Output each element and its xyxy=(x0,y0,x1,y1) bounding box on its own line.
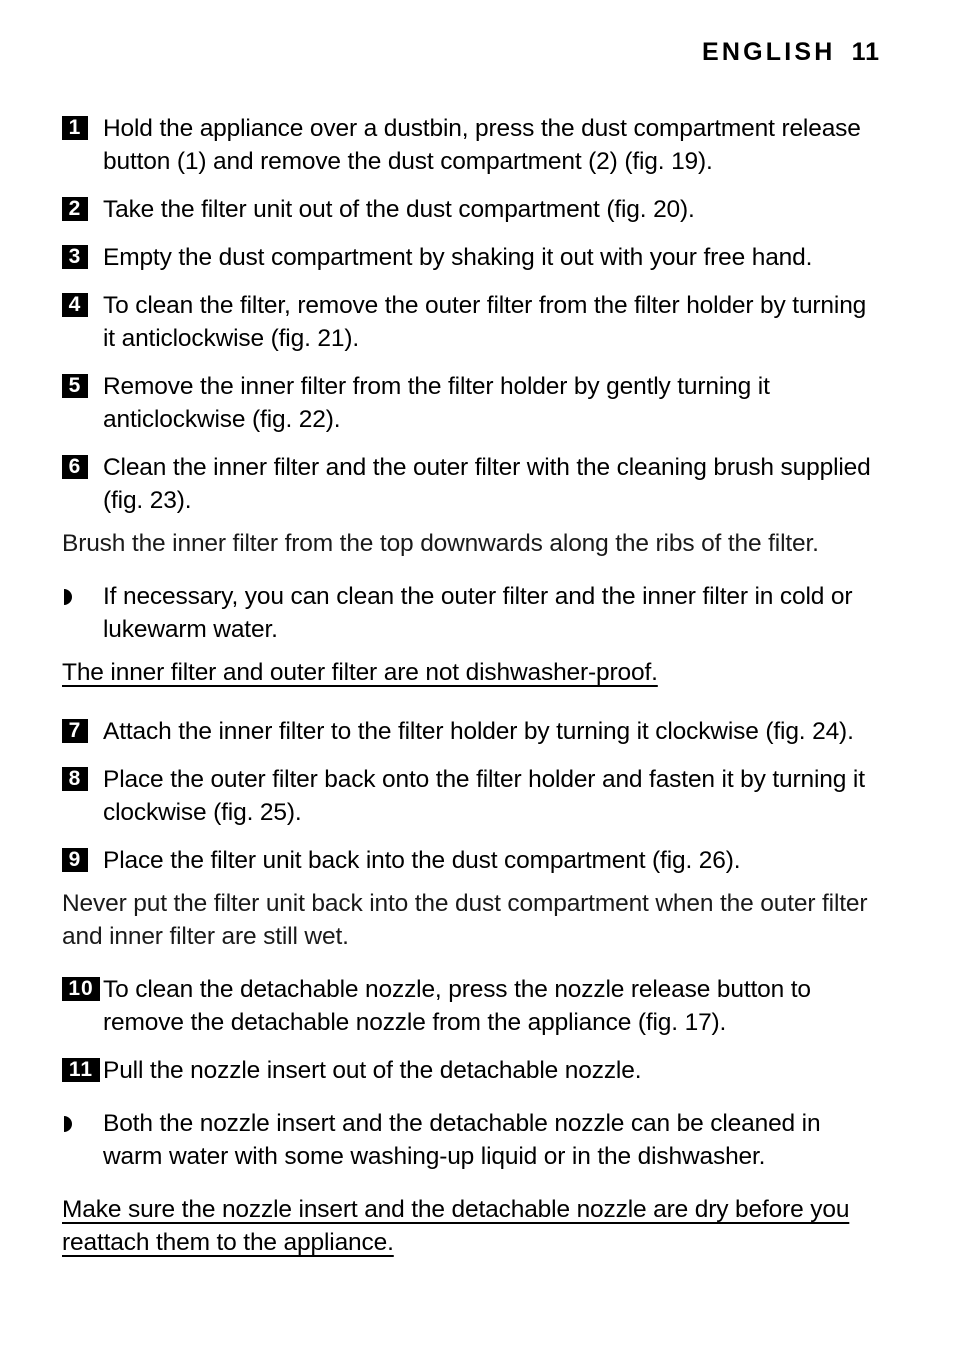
step-number-badge: 4 xyxy=(62,293,88,317)
header-page-number: 11 xyxy=(851,38,880,66)
step-number-badge: 1 xyxy=(62,116,88,140)
instruction-step: 4 To clean the filter, remove the outer … xyxy=(62,289,878,355)
bullet-text: Both the nozzle insert and the detachabl… xyxy=(103,1110,821,1170)
document-page: ENGLISH 11 1 Hold the appliance over a du… xyxy=(0,0,954,1346)
step-text: Pull the nozzle insert out of the detach… xyxy=(103,1057,642,1084)
page-content: 1 Hold the appliance over a dustbin, pre… xyxy=(62,112,878,1274)
underlined-note: The inner filter and outer filter are no… xyxy=(62,656,878,689)
bullet-item: If necessary, you can clean the outer fi… xyxy=(62,580,878,646)
step-text: To clean the detachable nozzle, press th… xyxy=(103,976,811,1036)
step-text: Empty the dust compartment by shaking it… xyxy=(103,244,813,271)
instruction-step: 9 Place the filter unit back into the du… xyxy=(62,844,878,877)
instruction-step: 1 Hold the appliance over a dustbin, pre… xyxy=(62,112,878,178)
remark-paragraph: Brush the inner filter from the top down… xyxy=(62,530,819,557)
step-text: Remove the inner filter from the filter … xyxy=(103,373,770,433)
step-number-badge: 3 xyxy=(62,245,88,269)
step-number-badge: 6 xyxy=(62,455,88,479)
step-number-badge: 5 xyxy=(62,374,88,398)
step-number-badge: 8 xyxy=(62,767,88,791)
step-number-badge: 10 xyxy=(62,977,100,1001)
half-disc-bullet-icon xyxy=(64,589,72,605)
instruction-step: 8 Place the outer filter back onto the f… xyxy=(62,763,878,829)
underlined-note-text: The inner filter and outer filter are no… xyxy=(62,659,658,686)
step-text: Place the filter unit back into the dust… xyxy=(103,847,741,874)
instruction-step: 5 Remove the inner filter from the filte… xyxy=(62,370,878,436)
half-disc-bullet-icon xyxy=(64,1116,72,1132)
bullet-text: If necessary, you can clean the outer fi… xyxy=(103,583,853,643)
running-header: ENGLISH 11 xyxy=(0,38,880,67)
step-number-badge: 7 xyxy=(62,719,88,743)
step-text: Take the filter unit out of the dust com… xyxy=(103,196,695,223)
underlined-note-text: Make sure the nozzle insert and the deta… xyxy=(62,1196,850,1256)
step-text: Hold the appliance over a dustbin, press… xyxy=(103,115,861,175)
header-language-title: ENGLISH xyxy=(702,38,836,66)
bullet-item: Both the nozzle insert and the detachabl… xyxy=(62,1107,878,1173)
instruction-step: 10 To clean the detachable nozzle, press… xyxy=(62,973,878,1039)
step-text: Attach the inner filter to the filter ho… xyxy=(103,718,854,745)
instruction-step: 6 Clean the inner filter and the outer f… xyxy=(62,451,878,517)
step-number-badge: 2 xyxy=(62,197,88,221)
instruction-step: 11 Pull the nozzle insert out of the det… xyxy=(62,1054,878,1087)
step-number-badge: 9 xyxy=(62,848,88,872)
remark-paragraph: Never put the filter unit back into the … xyxy=(62,890,868,950)
underlined-note: Make sure the nozzle insert and the deta… xyxy=(62,1193,878,1259)
instruction-step: 3 Empty the dust compartment by shaking … xyxy=(62,241,878,274)
step-text: To clean the filter, remove the outer fi… xyxy=(103,292,867,352)
instruction-step: 2 Take the filter unit out of the dust c… xyxy=(62,193,878,226)
instruction-step: 7 Attach the inner filter to the filter … xyxy=(62,715,878,748)
step-text: Clean the inner filter and the outer fil… xyxy=(103,454,871,514)
step-text: Place the outer filter back onto the fil… xyxy=(103,766,865,826)
step-number-badge: 11 xyxy=(62,1058,100,1082)
